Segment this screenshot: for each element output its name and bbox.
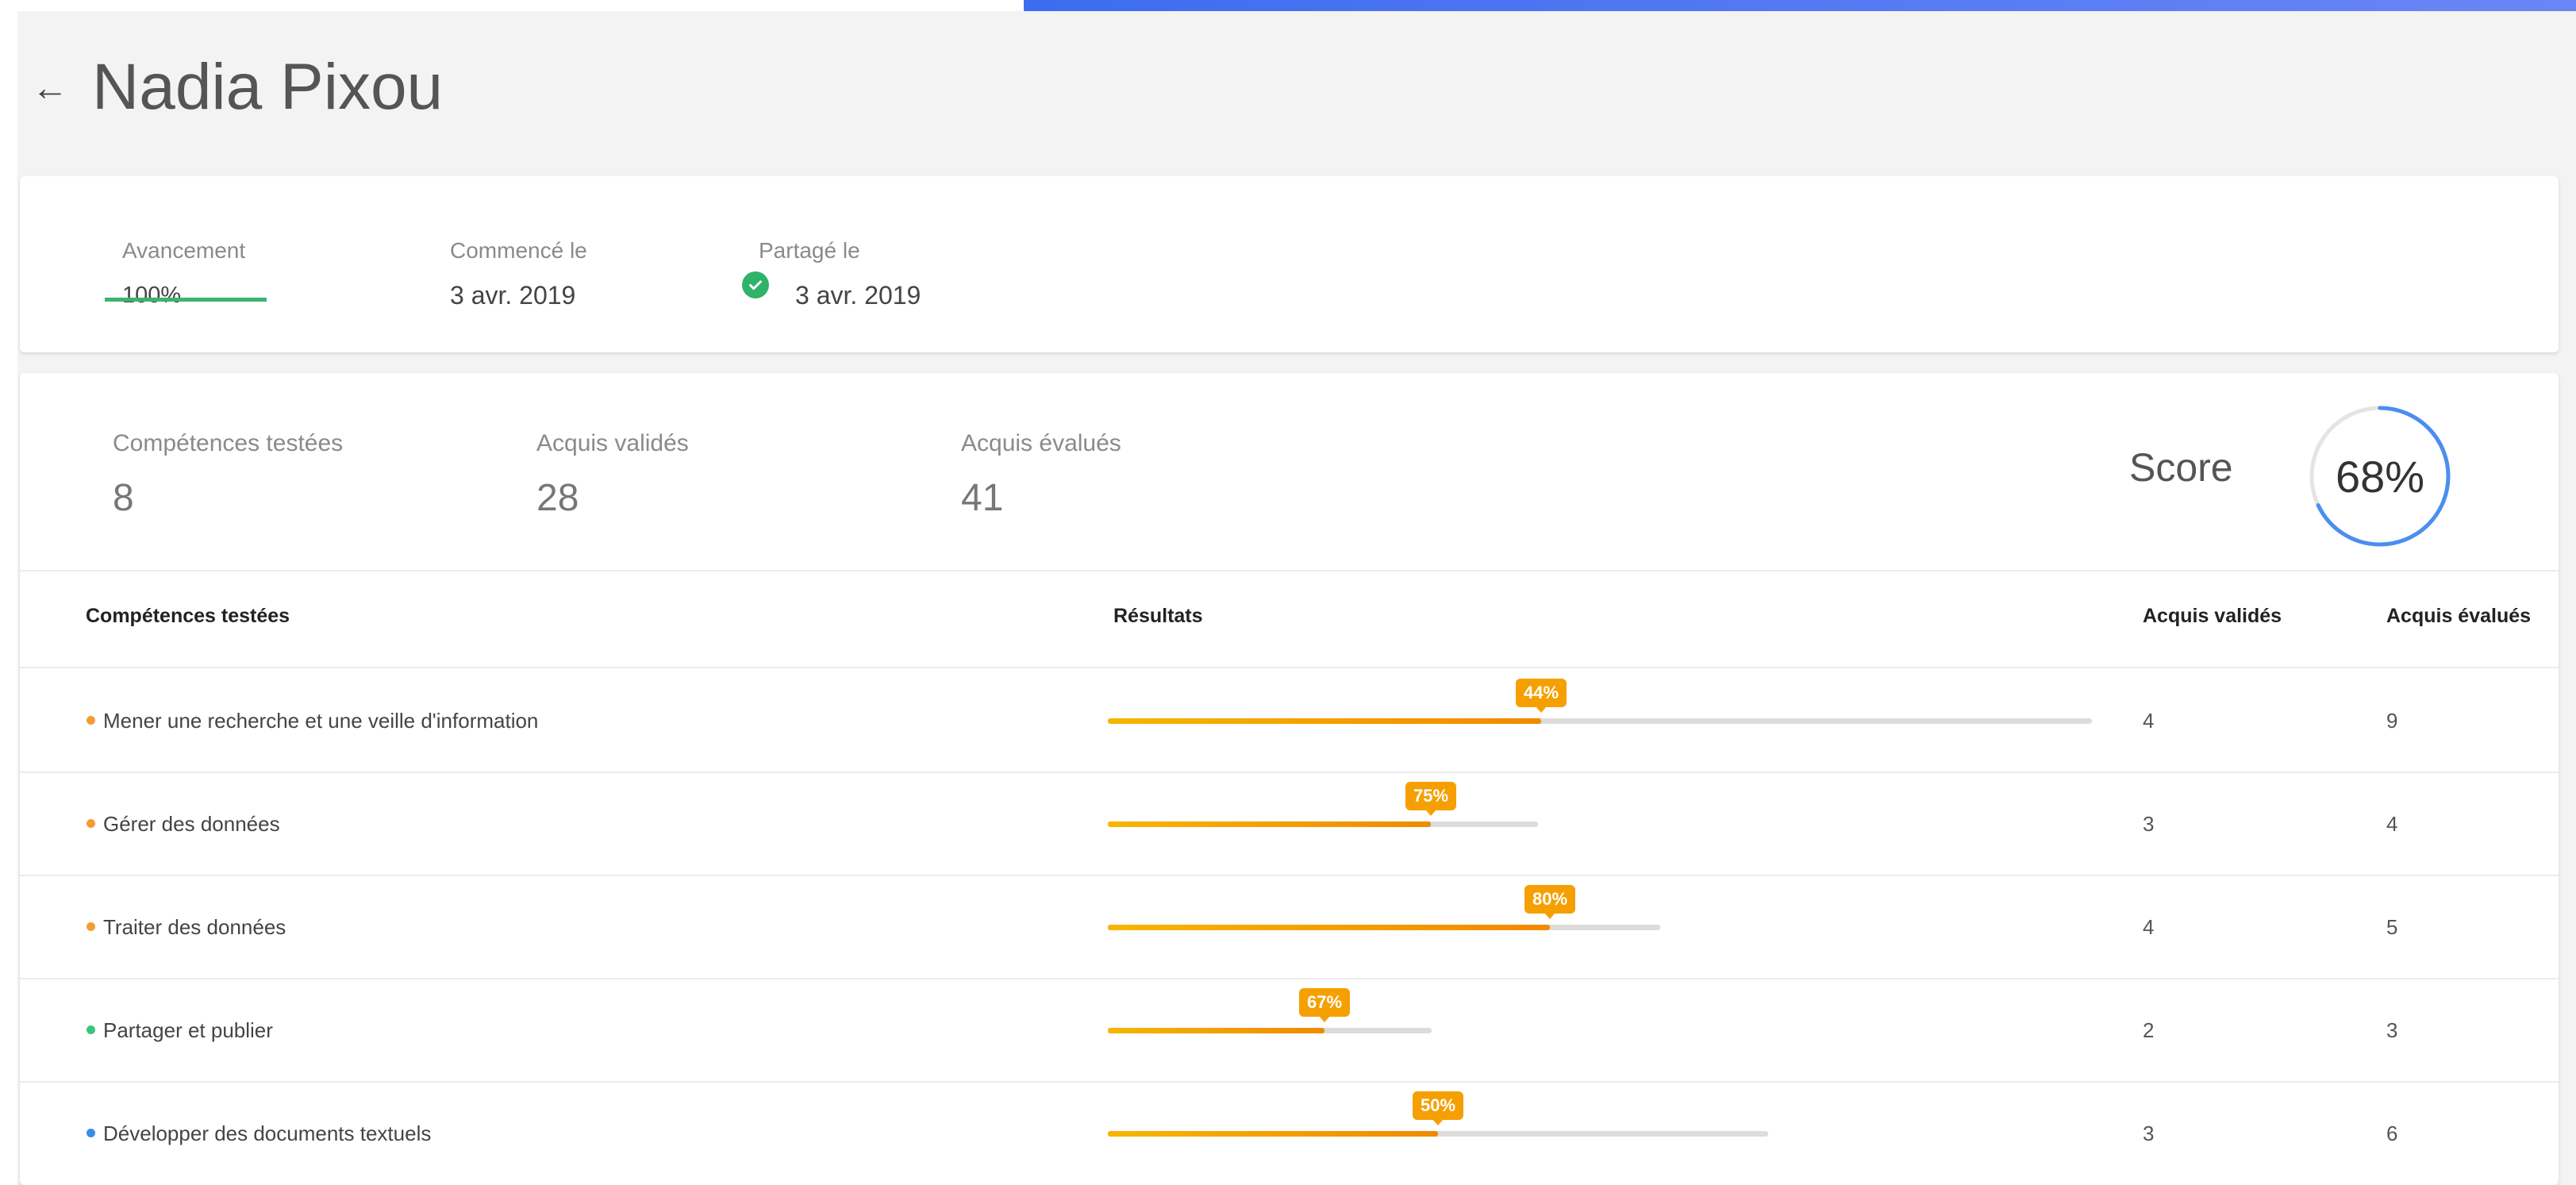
column-header-competence[interactable]: Compétences testées xyxy=(86,605,290,628)
status-dot xyxy=(87,716,95,725)
evaluated-count: 6 xyxy=(2386,1122,2398,1145)
shared-label: Partagé le xyxy=(759,238,860,263)
result-bar-fill xyxy=(1108,821,1431,827)
validated-count: 4 xyxy=(2143,709,2155,733)
started-label: Commencé le xyxy=(450,238,587,263)
validated-count: 2 xyxy=(2143,1018,2155,1042)
stat-validated-label: Acquis validés xyxy=(536,430,689,456)
divider xyxy=(20,875,2559,876)
result-bar-track xyxy=(1108,1131,1768,1137)
status-dot xyxy=(87,922,95,931)
shared-value: 3 avr. 2019 xyxy=(795,281,921,310)
stat-tested-label: Compétences testées xyxy=(113,430,344,456)
competence-name[interactable]: Traiter des données xyxy=(103,915,286,940)
result-bar-track xyxy=(1108,925,1660,930)
evaluated-count: 3 xyxy=(2386,1018,2398,1042)
progress-bar xyxy=(105,298,267,302)
competence-name[interactable]: Développer des documents textuels xyxy=(103,1122,431,1146)
divider xyxy=(20,1081,2559,1083)
result-percent-badge: 75% xyxy=(1405,782,1457,816)
stat-evaluated-value: 41 xyxy=(961,477,1004,519)
result-bar-fill xyxy=(1108,718,1541,724)
check-circle-icon xyxy=(742,271,769,298)
result-bar-fill xyxy=(1108,1028,1325,1033)
divider xyxy=(20,978,2559,979)
evaluated-count: 5 xyxy=(2386,915,2398,939)
result-bar-track xyxy=(1108,718,2092,724)
result-percent-badge: 80% xyxy=(1524,885,1576,919)
divider xyxy=(20,570,2559,571)
column-header-results[interactable]: Résultats xyxy=(1113,605,1203,628)
result-percent-badge: 67% xyxy=(1298,988,1351,1022)
score-value: 68% xyxy=(2335,451,2425,502)
summary-card xyxy=(20,176,2559,352)
divider xyxy=(20,667,2559,668)
competence-name[interactable]: Mener une recherche et une veille d'info… xyxy=(103,709,538,733)
evaluated-count: 4 xyxy=(2386,812,2398,836)
progress-value: 100% xyxy=(122,283,182,308)
stat-evaluated-label: Acquis évalués xyxy=(961,430,1121,456)
column-header-validated[interactable]: Acquis validés xyxy=(2143,605,2282,628)
evaluated-count: 9 xyxy=(2386,709,2398,733)
column-header-evaluated[interactable]: Acquis évalués xyxy=(2386,605,2531,628)
status-dot xyxy=(87,1025,95,1034)
competence-name[interactable]: Partager et publier xyxy=(103,1018,273,1043)
page-title: Nadia Pixou xyxy=(92,51,444,123)
status-dot xyxy=(87,1129,95,1137)
result-bar-fill xyxy=(1108,1131,1438,1137)
stat-tested-value: 8 xyxy=(113,477,134,519)
validated-count: 3 xyxy=(2143,1122,2155,1145)
score-label: Score xyxy=(2129,445,2233,490)
result-bar-fill xyxy=(1108,925,1550,930)
arrow-left-icon[interactable]: ← xyxy=(32,69,68,106)
top-accent-bar xyxy=(1024,0,2576,11)
competence-name[interactable]: Gérer des données xyxy=(103,812,280,837)
page-header: ← Nadia Pixou xyxy=(32,40,443,135)
progress-label: Avancement xyxy=(122,238,246,263)
result-bar-track xyxy=(1108,1028,1432,1033)
validated-count: 4 xyxy=(2143,915,2155,939)
result-percent-badge: 44% xyxy=(1515,679,1567,713)
result-percent-badge: 50% xyxy=(1412,1091,1464,1125)
divider xyxy=(20,771,2559,773)
results-card xyxy=(20,373,2559,1185)
status-dot xyxy=(87,819,95,828)
result-bar-track xyxy=(1108,821,1538,827)
stat-validated-value: 28 xyxy=(536,477,579,519)
validated-count: 3 xyxy=(2143,812,2155,836)
started-value: 3 avr. 2019 xyxy=(450,281,576,310)
